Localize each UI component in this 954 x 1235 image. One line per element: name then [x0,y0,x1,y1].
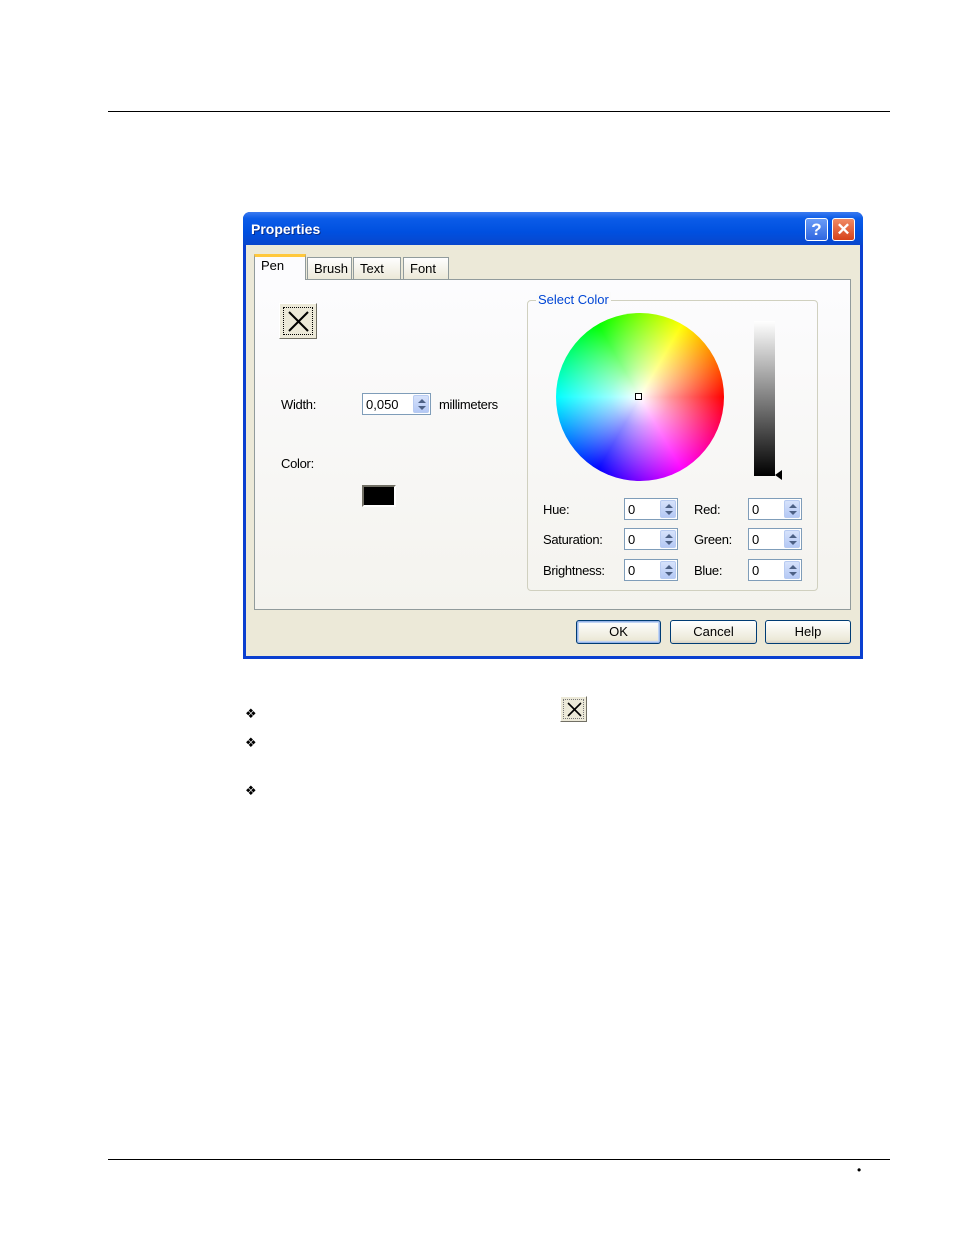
spin-down-icon[interactable] [418,406,426,410]
hue-label: Hue: [543,502,570,517]
footer-mark: • [857,1163,862,1177]
spin-up-icon[interactable] [789,565,797,569]
brightness-spin-arrows[interactable] [660,561,676,579]
width-spinner[interactable]: 0,050 [362,393,431,415]
width-unit-label: millimeters [439,397,498,412]
red-spinner[interactable]: 0 [748,498,802,520]
spin-up-icon[interactable] [789,534,797,538]
ok-button[interactable]: OK [576,620,661,644]
spin-down-icon[interactable] [789,511,797,515]
hue-spinner[interactable]: 0 [624,498,678,520]
brightness-pointer-icon[interactable] [775,470,782,480]
bullet-icon: ❖ [245,783,257,798]
pen-style-button[interactable] [279,303,317,339]
green-value: 0 [752,532,760,547]
hue-value: 0 [628,502,636,517]
tab-text[interactable]: Text [353,257,401,279]
dialog-title: Properties [251,221,321,237]
brightness-bar[interactable] [754,321,775,476]
x-icon [288,311,309,332]
select-color-title: Select Color [536,292,611,307]
tab-brush[interactable]: Brush [307,257,352,279]
spin-up-icon[interactable] [418,399,426,403]
spin-up-icon[interactable] [789,504,797,508]
spin-down-icon[interactable] [665,541,673,545]
saturation-spin-arrows[interactable] [660,530,676,548]
footer-rule [108,1159,890,1160]
width-spin-arrows[interactable] [413,395,429,413]
x-icon [567,702,582,717]
green-label: Green: [694,532,732,547]
red-label: Red: [694,502,721,517]
dialog-client-area: Pen Brush Text Font Width: 0,050 millime… [246,245,860,656]
saturation-label: Saturation: [543,532,603,547]
red-value: 0 [752,502,760,517]
brightness-label: Brightness: [543,563,605,578]
tab-pen[interactable]: Pen [254,254,306,280]
blue-label: Blue: [694,563,723,578]
pen-tab-panel: Width: 0,050 millimeters Color: Select C… [254,279,851,610]
color-swatch[interactable] [362,485,396,507]
width-value: 0,050 [366,397,399,412]
bullet-icon: ❖ [245,706,257,721]
help-button[interactable]: Help [765,620,851,644]
saturation-value: 0 [628,532,636,547]
close-button[interactable]: ✕ [832,218,855,241]
green-spin-arrows[interactable] [784,530,800,548]
properties-dialog: Properties ? ✕ Pen Brush Text Font Width… [243,212,863,659]
spin-up-icon[interactable] [665,565,673,569]
spin-down-icon[interactable] [665,572,673,576]
title-bar[interactable]: Properties ? ✕ [243,212,863,245]
spin-up-icon[interactable] [665,534,673,538]
spin-up-icon[interactable] [665,504,673,508]
blue-value: 0 [752,563,760,578]
inline-pen-style-icon [560,696,587,722]
help-title-button[interactable]: ? [805,218,828,241]
spin-down-icon[interactable] [665,511,673,515]
bullet-icon: ❖ [245,735,257,750]
header-rule [108,111,890,112]
color-label: Color: [281,456,314,471]
color-wheel[interactable] [556,313,724,481]
wheel-cursor[interactable] [635,393,642,400]
brightness-value: 0 [628,563,636,578]
blue-spin-arrows[interactable] [784,561,800,579]
width-label: Width: [281,397,317,412]
tab-font[interactable]: Font [403,257,449,279]
spin-down-icon[interactable] [789,541,797,545]
saturation-spinner[interactable]: 0 [624,528,678,550]
select-color-group: Select Color Hue: 0 Saturation: 0 Bright… [527,292,818,591]
cancel-button[interactable]: Cancel [670,620,757,644]
red-spin-arrows[interactable] [784,500,800,518]
blue-spinner[interactable]: 0 [748,559,802,581]
brightness-spinner[interactable]: 0 [624,559,678,581]
green-spinner[interactable]: 0 [748,528,802,550]
spin-down-icon[interactable] [789,572,797,576]
hue-spin-arrows[interactable] [660,500,676,518]
